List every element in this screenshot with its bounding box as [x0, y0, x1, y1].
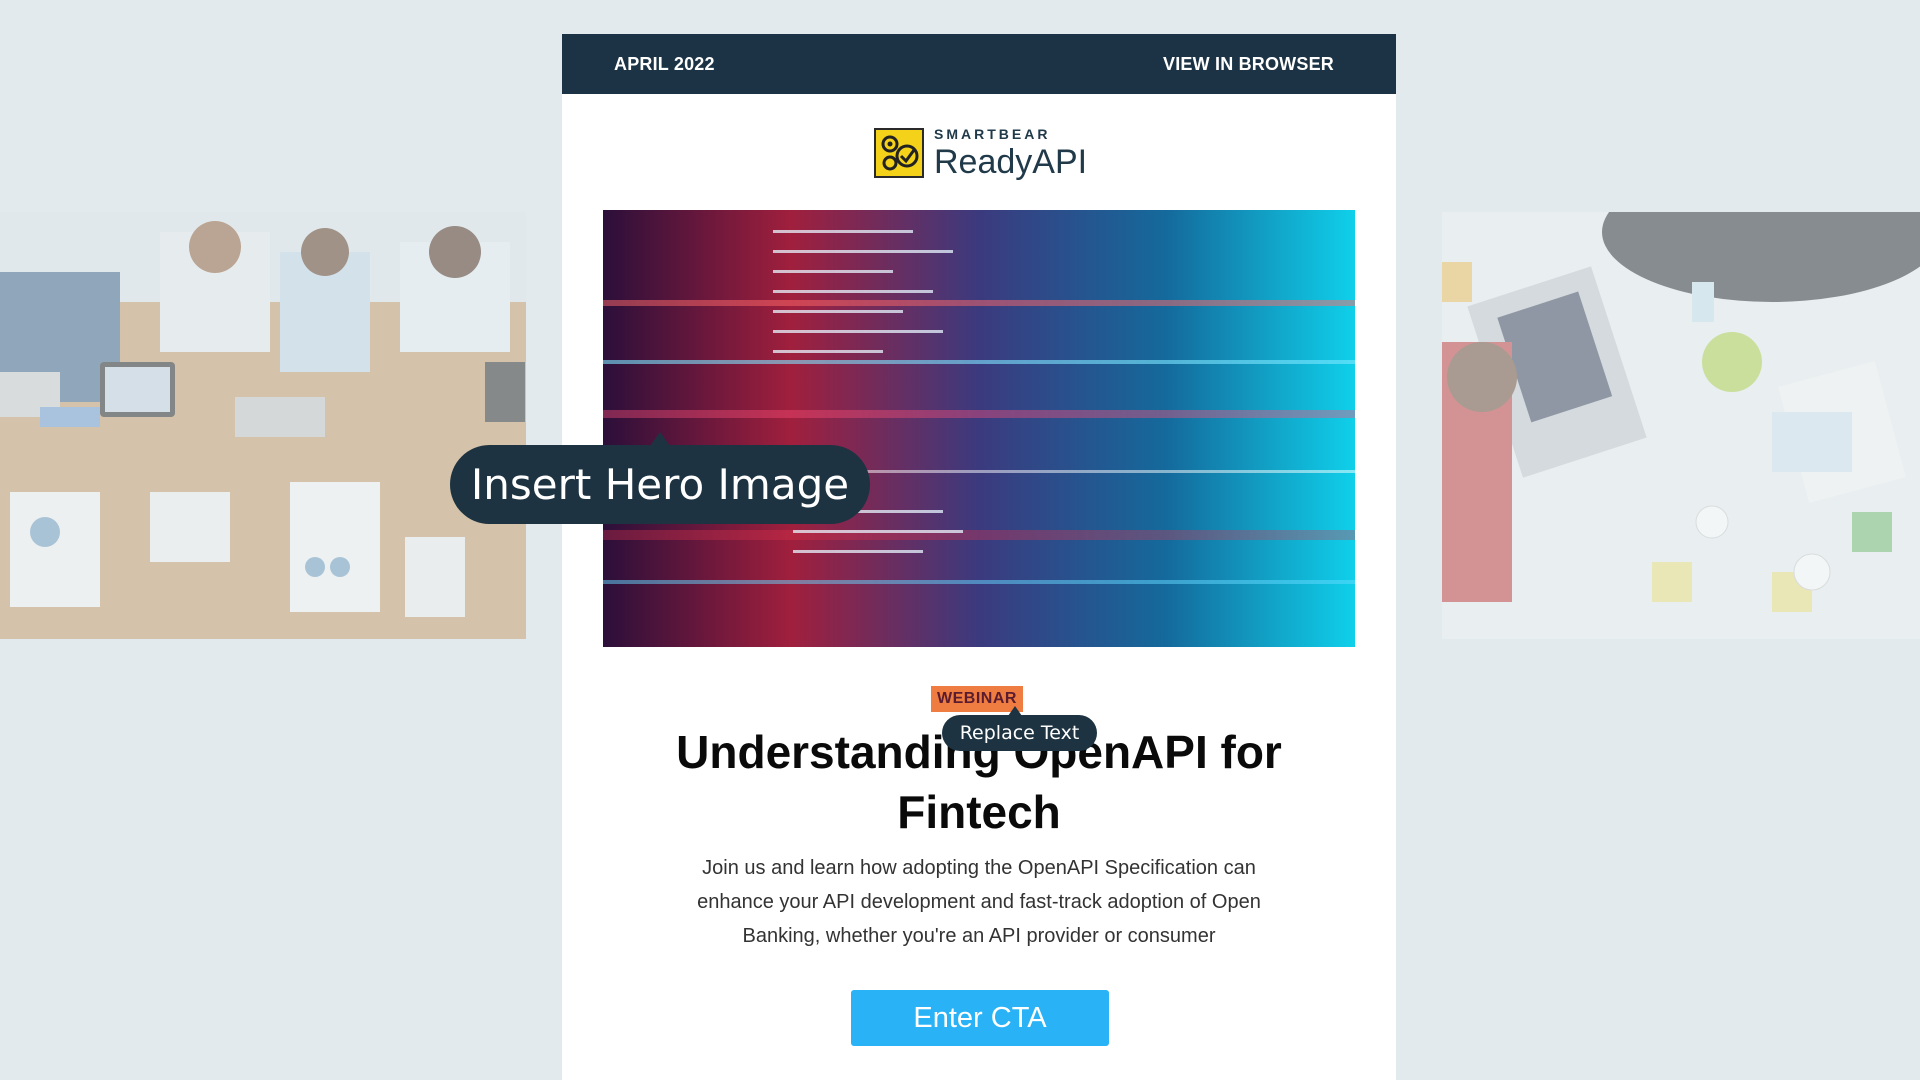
insert-hero-image-tooltip[interactable]: Insert Hero Image [450, 432, 870, 524]
email-body-copy[interactable]: Join us and learn how adopting the OpenA… [674, 851, 1284, 953]
view-in-browser-link[interactable]: VIEW IN BROWSER [1163, 54, 1334, 75]
readyapi-logo-icon [874, 128, 924, 178]
brand-logo: SMARTBEAR ReadyAPI [874, 127, 1087, 179]
code-abstract-illustration [603, 210, 1355, 647]
hero-image[interactable] [603, 210, 1355, 647]
tooltip-arrow [1008, 706, 1022, 716]
side-photo-veil [0, 212, 526, 639]
replace-text-tooltip[interactable]: Replace Text [942, 706, 1097, 751]
body-line: enhance your API development and fast-tr… [697, 891, 1261, 913]
tooltip-label: Insert Hero Image [470, 460, 850, 509]
issue-date: APRIL 2022 [614, 53, 715, 74]
brand-product-name: ReadyAPI [934, 143, 1088, 181]
email-top-bar: APRIL 2022 VIEW IN BROWSER [562, 34, 1396, 94]
email-preview: APRIL 2022 VIEW IN BROWSER SMARTBEAR Rea… [562, 34, 1396, 1080]
side-photo-right [1442, 212, 1920, 639]
side-photo-left [0, 212, 526, 639]
brand-parent-name: SMARTBEAR [934, 126, 1051, 142]
headline-line: Fintech [897, 786, 1061, 838]
body-line: Banking, whether you're an API provider … [742, 925, 1216, 947]
side-photo-veil [1442, 212, 1920, 639]
tooltip-arrow [650, 432, 670, 446]
body-line: Join us and learn how adopting the OpenA… [702, 857, 1256, 879]
cta-button[interactable]: Enter CTA [851, 990, 1109, 1046]
tooltip-label: Replace Text [959, 722, 1080, 744]
